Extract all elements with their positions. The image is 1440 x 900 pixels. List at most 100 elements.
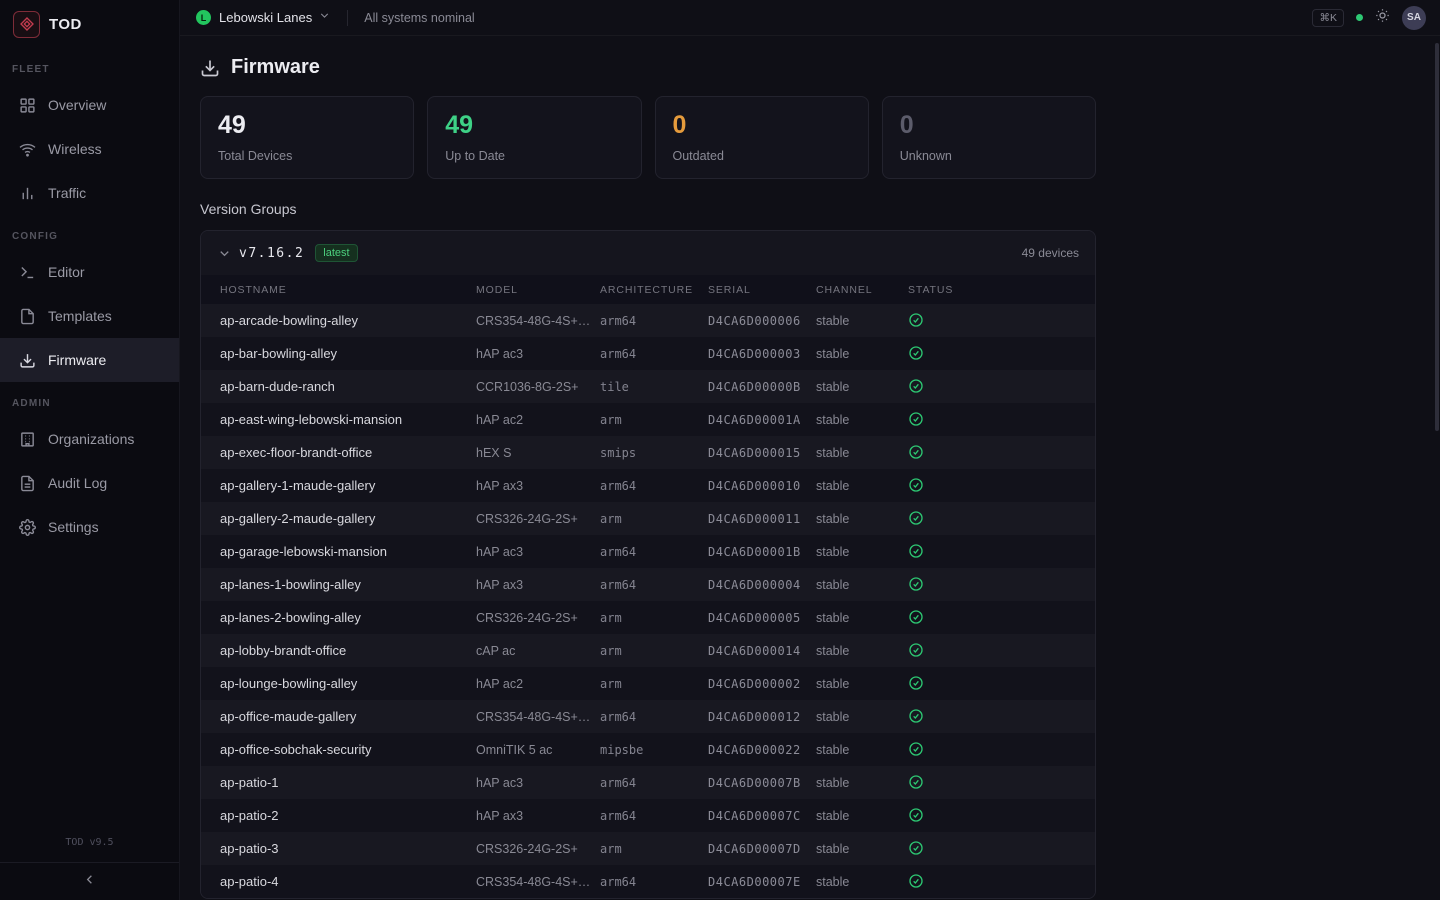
cell-architecture: tile — [600, 370, 708, 403]
cell-status — [908, 700, 1095, 733]
table-row[interactable]: ap-barn-dude-ranch CCR1036-8G-2S+ tile D… — [201, 370, 1095, 403]
table-row[interactable]: ap-gallery-1-maude-gallery hAP ax3 arm64… — [201, 469, 1095, 502]
table-row[interactable]: ap-patio-4 CRS354-48G-4S+… arm64 D4CA6D0… — [201, 865, 1095, 898]
cell-architecture: arm — [600, 601, 708, 634]
column-header-serial: SERIAL — [708, 275, 816, 304]
column-header-status: STATUS — [908, 275, 1095, 304]
table-row[interactable]: ap-lounge-bowling-alley hAP ac2 arm D4CA… — [201, 667, 1095, 700]
cell-model: OmniTIK 5 ac — [476, 733, 600, 766]
cell-model: hAP ax3 — [476, 799, 600, 832]
table-row[interactable]: ap-lanes-1-bowling-alley hAP ax3 arm64 D… — [201, 568, 1095, 601]
table-row[interactable]: ap-patio-1 hAP ac3 arm64 D4CA6D00007B st… — [201, 766, 1095, 799]
cell-architecture: arm64 — [600, 766, 708, 799]
sidebar-item-label: Organizations — [48, 431, 134, 447]
check-circle-icon — [908, 840, 924, 856]
cell-architecture: arm — [600, 403, 708, 436]
sidebar-item-firmware[interactable]: Firmware — [0, 338, 179, 382]
sidebar-item-overview[interactable]: Overview — [0, 83, 179, 127]
cell-architecture: arm64 — [600, 535, 708, 568]
cell-model: CRS326-24G-2S+ — [476, 601, 600, 634]
scrollbar-thumb[interactable] — [1435, 43, 1439, 431]
chevron-down-icon — [217, 246, 232, 261]
check-circle-icon — [908, 510, 924, 526]
cell-model: CRS326-24G-2S+ — [476, 502, 600, 535]
table-row[interactable]: ap-office-maude-gallery CRS354-48G-4S+… … — [201, 700, 1095, 733]
cell-serial: D4CA6D000012 — [708, 700, 816, 733]
cell-hostname: ap-office-sobchak-security — [201, 733, 476, 766]
sidebar-item-editor[interactable]: Editor — [0, 250, 179, 294]
org-name: Lebowski Lanes — [219, 10, 312, 25]
cell-channel: stable — [816, 601, 908, 634]
cell-serial: D4CA6D000014 — [708, 634, 816, 667]
cell-channel: stable — [816, 502, 908, 535]
sidebar-item-organizations[interactable]: Organizations — [0, 417, 179, 461]
app-logo: TOD — [0, 0, 179, 48]
check-circle-icon — [908, 444, 924, 460]
section-label-fleet: FLEET — [0, 64, 179, 75]
cell-channel: stable — [816, 667, 908, 700]
org-switcher-button[interactable] — [318, 9, 331, 27]
cell-serial: D4CA6D000003 — [708, 337, 816, 370]
stat-label: Outdated — [673, 149, 851, 163]
sidebar-item-wireless[interactable]: Wireless — [0, 127, 179, 171]
cell-channel: stable — [816, 634, 908, 667]
cell-status — [908, 469, 1095, 502]
sun-icon — [1375, 8, 1390, 28]
stat-label: Total Devices — [218, 149, 396, 163]
cell-hostname: ap-patio-1 — [201, 766, 476, 799]
sidebar: TOD FLEET Overview Wireless — [0, 0, 180, 900]
section-label-config: CONFIG — [0, 231, 179, 242]
table-row[interactable]: ap-arcade-bowling-alley CRS354-48G-4S+… … — [201, 304, 1095, 337]
sidebar-item-templates[interactable]: Templates — [0, 294, 179, 338]
sidebar-item-audit-log[interactable]: Audit Log — [0, 461, 179, 505]
cell-channel: stable — [816, 700, 908, 733]
cell-architecture: arm64 — [600, 304, 708, 337]
scrollbar-track[interactable] — [1435, 38, 1439, 898]
device-count: 49 devices — [1022, 246, 1079, 260]
stat-card-up-to-date: 49 Up to Date — [427, 96, 641, 179]
table-row[interactable]: ap-patio-3 CRS326-24G-2S+ arm D4CA6D0000… — [201, 832, 1095, 865]
table-row[interactable]: ap-east-wing-lebowski-mansion hAP ac2 ar… — [201, 403, 1095, 436]
cell-status — [908, 634, 1095, 667]
cell-architecture: arm64 — [600, 469, 708, 502]
cell-architecture: arm — [600, 667, 708, 700]
section-label-admin: ADMIN — [0, 398, 179, 409]
table-row[interactable]: ap-garage-lebowski-mansion hAP ac3 arm64… — [201, 535, 1095, 568]
table-row[interactable]: ap-lobby-brandt-office cAP ac arm D4CA6D… — [201, 634, 1095, 667]
bar-chart-icon — [18, 184, 36, 202]
table-row[interactable]: ap-office-sobchak-security OmniTIK 5 ac … — [201, 733, 1095, 766]
download-icon — [18, 351, 36, 369]
version-group-header[interactable]: v7.16.2 latest 49 devices — [201, 231, 1095, 275]
cell-model: CRS354-48G-4S+… — [476, 700, 600, 733]
cell-model: hAP ac3 — [476, 337, 600, 370]
topbar-right: ⌘K SA — [1312, 6, 1426, 30]
sidebar-item-label: Audit Log — [48, 475, 107, 491]
table-row[interactable]: ap-exec-floor-brandt-office hEX S smips … — [201, 436, 1095, 469]
cell-status — [908, 667, 1095, 700]
topbar-divider — [347, 10, 348, 26]
cell-model: CRS354-48G-4S+… — [476, 865, 600, 898]
cell-channel: stable — [816, 568, 908, 601]
cell-hostname: ap-patio-3 — [201, 832, 476, 865]
sidebar-item-settings[interactable]: Settings — [0, 505, 179, 549]
command-palette-shortcut[interactable]: ⌘K — [1312, 9, 1344, 27]
cell-hostname: ap-lanes-1-bowling-alley — [201, 568, 476, 601]
cell-status — [908, 799, 1095, 832]
terminal-icon — [18, 263, 36, 281]
sidebar-item-traffic[interactable]: Traffic — [0, 171, 179, 215]
table-row[interactable]: ap-patio-2 hAP ax3 arm64 D4CA6D00007C st… — [201, 799, 1095, 832]
table-row[interactable]: ap-bar-bowling-alley hAP ac3 arm64 D4CA6… — [201, 337, 1095, 370]
stats-row: 49 Total Devices 49 Up to Date 0 Outdate… — [200, 96, 1096, 179]
app-name: TOD — [49, 16, 82, 33]
theme-toggle-button[interactable] — [1375, 8, 1390, 28]
table-row[interactable]: ap-gallery-2-maude-gallery CRS326-24G-2S… — [201, 502, 1095, 535]
download-icon — [200, 58, 220, 78]
cell-model: hAP ac2 — [476, 667, 600, 700]
table-row[interactable]: ap-lanes-2-bowling-alley CRS326-24G-2S+ … — [201, 601, 1095, 634]
cell-serial: D4CA6D00000B — [708, 370, 816, 403]
sidebar-item-label: Wireless — [48, 141, 102, 157]
user-avatar[interactable]: SA — [1402, 6, 1426, 30]
chevron-down-icon — [318, 9, 331, 27]
sidebar-collapse-button[interactable] — [0, 862, 179, 900]
page-header: Firmware — [200, 56, 1440, 79]
